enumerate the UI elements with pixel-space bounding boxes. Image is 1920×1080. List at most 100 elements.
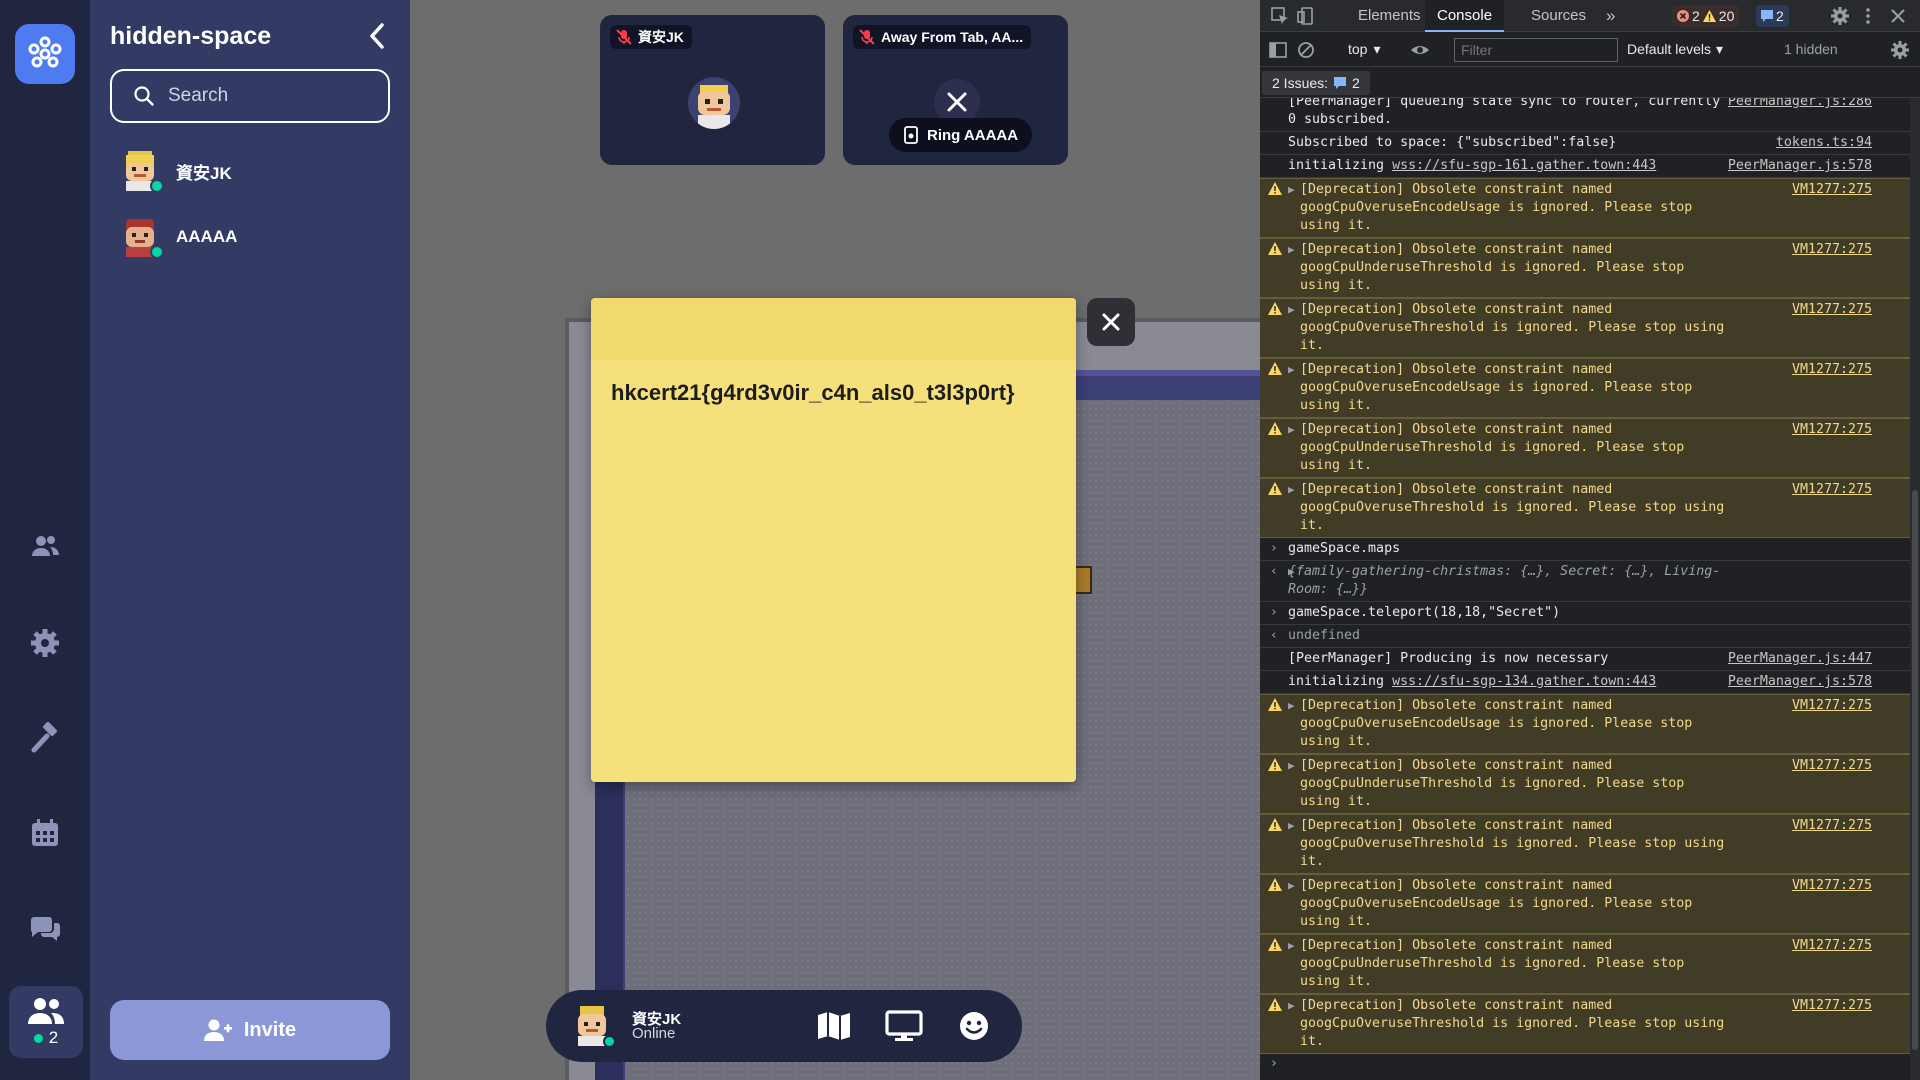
console-warning-row[interactable]: ▶ [Deprecation] Obsolete constraint named… [1260,754,1910,814]
log-source-link[interactable]: VM1277:275 [1792,241,1872,259]
console-log-row[interactable]: Subscribed to space: {"subscribed":false… [1260,132,1910,155]
hammer-icon[interactable] [20,713,70,763]
console-log-row[interactable]: initializing wss://sfu-sgp-161.gather.to… [1260,155,1910,178]
search-box[interactable] [110,69,390,123]
console-log[interactable]: at XMLHttpRequest.p.onreadystatechange (… [1260,98,1910,1080]
messages-badge[interactable]: 2 [1756,5,1789,27]
gear-icon[interactable] [20,618,70,668]
close-devtools-icon[interactable] [1888,6,1908,26]
context-selector[interactable]: top ▾ [1348,41,1381,58]
console-settings-icon[interactable] [1890,40,1910,60]
expand-triangle-icon[interactable]: ▶ [1288,937,1295,955]
expand-triangle-icon[interactable]: ▶ [1288,481,1295,499]
tab-console[interactable]: Console [1425,0,1505,32]
member-item[interactable]: AAAAA [120,214,237,260]
invite-button[interactable]: Invite [110,1000,390,1060]
tab-elements[interactable]: Elements [1358,0,1421,32]
console-log-row[interactable]: › gameSpace.maps [1260,538,1910,561]
log-source-link[interactable]: tokens.ts:94 [1776,134,1872,152]
log-link[interactable]: wss://sfu-sgp-134.gather.town:443 [1392,674,1656,689]
console-warning-row[interactable]: ▶ [Deprecation] Obsolete constraint named… [1260,178,1910,238]
log-source-link[interactable]: VM1277:275 [1792,421,1872,439]
console-warning-row[interactable]: ▶ [Deprecation] Obsolete constraint named… [1260,874,1910,934]
settings-gear-icon[interactable] [1830,6,1850,26]
log-source-link[interactable]: PeerManager.js:578 [1728,157,1872,175]
expand-triangle-icon[interactable]: ▶ [1288,421,1295,439]
console-warning-row[interactable]: ▶ [Deprecation] Obsolete constraint named… [1260,994,1910,1054]
map-icon[interactable] [814,1006,854,1046]
console-warning-row[interactable]: ▶ [Deprecation] Obsolete constraint named… [1260,418,1910,478]
log-source-link[interactable]: PeerManager.js:578 [1728,673,1872,691]
video-tile[interactable]: Away From Tab, AA... Ring AAAAA [843,15,1068,165]
console-warning-row[interactable]: ▶ [Deprecation] Obsolete constraint named… [1260,238,1910,298]
log-source-link[interactable]: PeerManager.js:447 [1728,650,1872,668]
calendar-icon[interactable] [20,808,70,858]
log-source-link[interactable]: VM1277:275 [1792,697,1872,715]
output-arrow-icon: ‹ [1270,564,1278,579]
expand-triangle-icon[interactable]: ▶ [1288,697,1295,715]
console-warning-row[interactable]: ▶ [Deprecation] Obsolete constraint named… [1260,934,1910,994]
ring-button[interactable]: Ring AAAAA [889,118,1033,152]
expand-triangle-icon[interactable]: ▶ [1288,181,1295,199]
avatar[interactable] [572,1004,616,1048]
video-tile[interactable]: 資安JK [600,15,825,165]
console-log-row[interactable]: › gameSpace.teleport(18,18,"Secret") [1260,602,1910,625]
log-source-link[interactable]: VM1277:275 [1792,301,1872,319]
console-warning-row[interactable]: ▶ [Deprecation] Obsolete constraint named… [1260,478,1910,538]
gather-logo-icon[interactable] [15,24,75,84]
console-warning-row[interactable]: ▶ [Deprecation] Obsolete constraint named… [1260,814,1910,874]
expand-triangle-icon[interactable]: ▶ [1288,301,1295,319]
member-item[interactable]: 資安JK [120,148,232,194]
sidebar-toggle-icon[interactable] [1268,40,1288,60]
console-log-row[interactable]: [PeerManager] Producing is now necessary… [1260,648,1910,671]
game-canvas[interactable]: 資安JK Away From Tab, AA... Ring AAAAA hkc [410,0,1260,1080]
console-warning-row[interactable]: ▶ [Deprecation] Obsolete constraint named… [1260,298,1910,358]
log-levels-selector[interactable]: Default levels ▾ [1627,41,1723,58]
console-log-row[interactable]: [PeerManager] queueing state sync to rou… [1260,98,1910,132]
log-source-link[interactable]: VM1277:275 [1792,181,1872,199]
expand-triangle-icon[interactable]: ▶ [1288,241,1295,259]
screen-share-icon[interactable] [884,1006,924,1046]
map-object[interactable] [1074,566,1092,594]
expand-triangle-icon[interactable]: ▶ [1288,361,1295,379]
close-note-button[interactable] [1087,298,1135,346]
console-log-row[interactable]: ‹ ▶ {family-gathering-christmas: {…}, Secr… [1260,561,1910,602]
log-source-link[interactable]: VM1277:275 [1792,937,1872,955]
expand-triangle-icon[interactable]: ▶ [1288,877,1295,895]
expand-triangle-icon[interactable]: ▶ [1288,563,1295,581]
expand-triangle-icon[interactable]: ▶ [1288,997,1295,1015]
inspect-icon[interactable] [1270,6,1290,26]
people-icon[interactable] [20,522,70,572]
chevron-left-icon[interactable] [362,20,394,52]
device-toggle-icon[interactable] [1296,6,1316,26]
eye-icon[interactable] [1410,40,1430,60]
console-warning-row[interactable]: ▶ [Deprecation] Obsolete constraint named… [1260,358,1910,418]
console-warning-row[interactable]: ▶ [Deprecation] Obsolete constraint named… [1260,694,1910,754]
console-scrollbar-thumb[interactable] [1912,490,1918,1050]
participants-button[interactable]: 2 [9,986,83,1058]
chat-icon[interactable] [20,903,70,953]
log-source-link[interactable]: PeerManager.js:286 [1728,98,1872,111]
filter-input[interactable] [1454,38,1618,62]
expand-triangle-icon[interactable]: ▶ [1288,817,1295,835]
search-input[interactable] [168,85,368,107]
error-badge[interactable]: 2 20 [1672,5,1740,27]
log-source-link[interactable]: VM1277:275 [1792,481,1872,499]
log-source-link[interactable]: VM1277:275 [1792,817,1872,835]
tab-sources[interactable]: Sources [1531,0,1586,32]
issues-button[interactable]: 2 Issues: 2 [1262,71,1370,95]
console-log-row[interactable]: initializing wss://sfu-sgp-134.gather.to… [1260,671,1910,694]
more-tabs-icon[interactable]: » [1606,0,1615,32]
emoji-icon[interactable] [954,1006,994,1046]
log-source-link[interactable]: VM1277:275 [1792,997,1872,1015]
clear-console-icon[interactable] [1296,40,1316,60]
log-source-link[interactable]: VM1277:275 [1792,877,1872,895]
log-source-link[interactable]: VM1277:275 [1792,757,1872,775]
console-prompt[interactable]: › [1260,1054,1910,1080]
log-link[interactable]: wss://sfu-sgp-161.gather.town:443 [1392,158,1656,173]
devtools-tab-bar: Elements Console Sources » 2 20 2 [1260,0,1920,32]
expand-triangle-icon[interactable]: ▶ [1288,757,1295,775]
kebab-menu-icon[interactable] [1858,6,1878,26]
log-source-link[interactable]: VM1277:275 [1792,361,1872,379]
console-log-row[interactable]: ‹ undefined [1260,625,1910,648]
